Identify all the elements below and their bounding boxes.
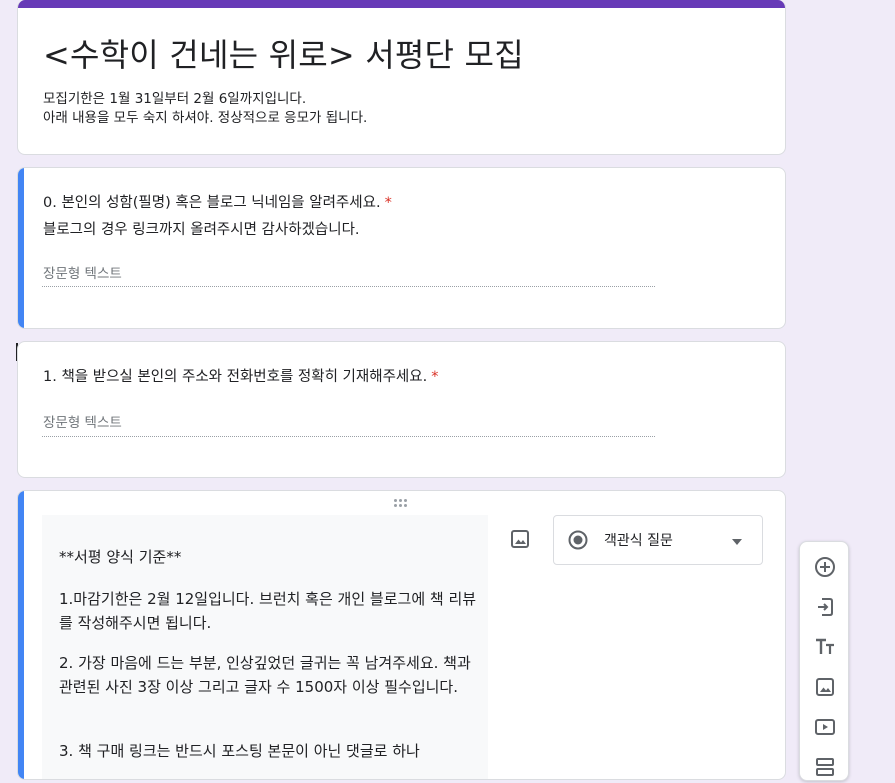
add-section-icon[interactable]	[813, 755, 837, 779]
answer-placeholder: 장문형 텍스트	[43, 266, 122, 282]
question-type-label: 객관식 질문	[604, 533, 673, 549]
question-card-0[interactable]: 0. 본인의 성함(필명) 혹은 블로그 닉네임을 알려주세요. * 블로그의 경…	[17, 167, 786, 329]
answer-placeholder: 장문형 텍스트	[43, 415, 122, 431]
form-description-line-1: 모집기한은 1월 31일부터 2월 6일까지입니다.	[43, 91, 307, 107]
question-title-text: 1. 책을 받으실 본인의 주소와 전화번호를 정확히 기재해주세요.	[43, 369, 428, 385]
question-title-editor[interactable]: **서평 양식 기준** 1.마감기한은 2월 12일입니다. 브런치 혹은 개…	[42, 515, 488, 779]
question-title: 0. 본인의 성함(필명) 혹은 블로그 닉네임을 알려주세요. *	[43, 191, 392, 215]
add-image-icon[interactable]	[508, 527, 532, 551]
question-title: 1. 책을 받으실 본인의 주소와 전화번호를 정확히 기재해주세요. *	[43, 365, 438, 389]
radio-button-icon	[568, 530, 588, 550]
add-question-icon[interactable]	[813, 555, 837, 579]
question-title-text: 0. 본인의 성함(필명) 혹은 블로그 닉네임을 알려주세요.	[43, 195, 381, 211]
required-asterisk: *	[431, 369, 439, 385]
required-asterisk: *	[384, 195, 392, 211]
editor-line-3: 3. 책 구매 링크는 반드시 포스팅 본문이 아닌 댓글로 하나	[59, 742, 420, 760]
header-accent-bar	[18, 0, 785, 8]
question-focus-bar	[18, 491, 24, 779]
answer-underline	[42, 436, 655, 437]
form-description-line-2: 아래 내용을 모두 숙지 하셔야. 정상적으로 응모가 됩니다.	[43, 110, 368, 126]
floating-toolbar	[799, 541, 849, 781]
import-questions-icon[interactable]	[813, 595, 837, 619]
question-card-editing[interactable]: **서평 양식 기준** 1.마감기한은 2월 12일입니다. 브런치 혹은 개…	[17, 490, 786, 780]
add-image-icon[interactable]	[813, 675, 837, 699]
question-focus-bar	[18, 168, 24, 328]
editor-line-heading: **서평 양식 기준**	[59, 548, 182, 566]
editor-line-1: 1.마감기한은 2월 12일입니다. 브런치 혹은 개인 블로그에 책 리뷰를 …	[59, 590, 477, 632]
answer-underline	[42, 286, 655, 287]
add-video-icon[interactable]	[813, 715, 837, 739]
add-title-icon[interactable]	[813, 635, 837, 659]
editor-line-2: 2. 가장 마음에 드는 부분, 인상깊었던 글귀는 꼭 남겨주세요. 책과 관…	[59, 654, 471, 696]
question-subtitle: 블로그의 경우 링크까지 올려주시면 감사하겠습니다.	[43, 222, 360, 238]
drag-handle-icon[interactable]	[394, 499, 412, 507]
question-card-1[interactable]: 1. 책을 받으실 본인의 주소와 전화번호를 정확히 기재해주세요. * 장문형…	[17, 341, 786, 478]
question-type-dropdown[interactable]: 객관식 질문	[553, 515, 763, 565]
form-title[interactable]: <수학이 건네는 위로> 서평단 모집	[43, 30, 524, 76]
chevron-down-icon	[730, 534, 744, 548]
form-description[interactable]: 모집기한은 1월 31일부터 2월 6일까지입니다. 아래 내용을 모두 숙지 …	[43, 90, 367, 128]
form-header-card[interactable]: <수학이 건네는 위로> 서평단 모집 모집기한은 1월 31일부터 2월 6일…	[17, 0, 786, 155]
